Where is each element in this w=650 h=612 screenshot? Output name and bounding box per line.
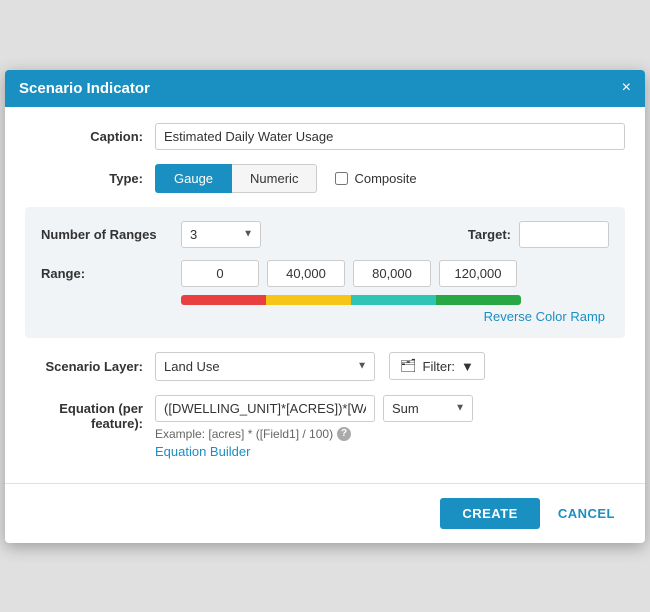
- type-button-group: Gauge Numeric: [155, 164, 317, 193]
- numeric-button[interactable]: Numeric: [232, 164, 317, 193]
- type-label: Type:: [25, 171, 155, 186]
- caption-row: Caption:: [25, 123, 625, 150]
- sum-select-wrapper: Sum Average Count ▼: [383, 395, 473, 422]
- type-row: Type: Gauge Numeric Composite: [25, 164, 625, 193]
- close-button[interactable]: ×: [622, 80, 631, 96]
- color-segment-red: [181, 295, 266, 305]
- composite-group: Composite: [335, 171, 416, 186]
- target-group: Target:: [468, 221, 609, 248]
- number-ranges-label: Number of Ranges: [41, 227, 181, 242]
- ranges-section: Number of Ranges 3 4 5 ▼ Target: Range:: [25, 207, 625, 338]
- scenario-layer-select-wrapper: Land Use ▼: [155, 352, 375, 381]
- example-text-content: Example: [acres] * ([Field1] / 100): [155, 427, 333, 441]
- scenario-layer-select[interactable]: Land Use: [155, 352, 375, 381]
- scenario-indicator-dialog: Scenario Indicator × Caption: Type: Gaug…: [5, 70, 645, 543]
- dialog-title: Scenario Indicator: [19, 80, 150, 97]
- cancel-button[interactable]: CANCEL: [548, 498, 625, 529]
- help-icon[interactable]: ?: [337, 427, 351, 441]
- filter-arrow-icon: ▼: [461, 359, 474, 374]
- equation-input-row: Sum Average Count ▼: [155, 395, 625, 422]
- equation-right: Sum Average Count ▼ Example: [acres] * (…: [155, 395, 625, 459]
- composite-checkbox[interactable]: [335, 172, 348, 185]
- target-label: Target:: [468, 227, 511, 242]
- color-bar: [181, 295, 521, 305]
- caption-label: Caption:: [25, 129, 155, 144]
- gauge-button[interactable]: Gauge: [155, 164, 232, 193]
- target-input[interactable]: [519, 221, 609, 248]
- dialog-footer: CREATE CANCEL: [5, 483, 645, 543]
- composite-label: Composite: [354, 171, 416, 186]
- scenario-layer-row: Scenario Layer: Land Use ▼ 🗂 Filter: ▼: [25, 352, 625, 381]
- color-segment-yellow: [266, 295, 351, 305]
- create-button[interactable]: CREATE: [440, 498, 539, 529]
- number-ranges-select-wrapper: 3 4 5 ▼: [181, 221, 261, 248]
- number-ranges-row: Number of Ranges 3 4 5 ▼ Target:: [41, 221, 609, 248]
- range-label: Range:: [41, 266, 181, 281]
- equation-label: Equation (per feature):: [25, 395, 155, 431]
- range-input-0[interactable]: [181, 260, 259, 287]
- color-bar-row: [181, 295, 609, 305]
- sum-select[interactable]: Sum Average Count: [383, 395, 473, 422]
- range-inputs-group: [181, 260, 517, 287]
- equation-row: Equation (per feature): Sum Average Coun…: [25, 395, 625, 459]
- range-input-2[interactable]: [353, 260, 431, 287]
- range-inputs-row: Range:: [41, 260, 609, 287]
- equation-input[interactable]: [155, 395, 375, 422]
- filter-label: Filter:: [423, 359, 456, 374]
- color-segment-teal: [351, 295, 436, 305]
- filter-stack-icon: 🗂: [400, 358, 417, 374]
- dialog-body: Caption: Type: Gauge Numeric Composite N…: [5, 107, 645, 483]
- caption-input[interactable]: [155, 123, 625, 150]
- reverse-link-row: Reverse Color Ramp: [41, 309, 609, 324]
- reverse-color-ramp-link[interactable]: Reverse Color Ramp: [484, 309, 605, 324]
- range-input-3[interactable]: [439, 260, 517, 287]
- number-ranges-select[interactable]: 3 4 5: [181, 221, 261, 248]
- scenario-layer-label: Scenario Layer:: [25, 359, 155, 374]
- example-text-row: Example: [acres] * ([Field1] / 100) ?: [155, 427, 625, 441]
- range-input-1[interactable]: [267, 260, 345, 287]
- filter-button[interactable]: 🗂 Filter: ▼: [389, 352, 485, 380]
- equation-builder-link[interactable]: Equation Builder: [155, 444, 625, 459]
- dialog-header: Scenario Indicator ×: [5, 70, 645, 107]
- color-segment-green: [436, 295, 521, 305]
